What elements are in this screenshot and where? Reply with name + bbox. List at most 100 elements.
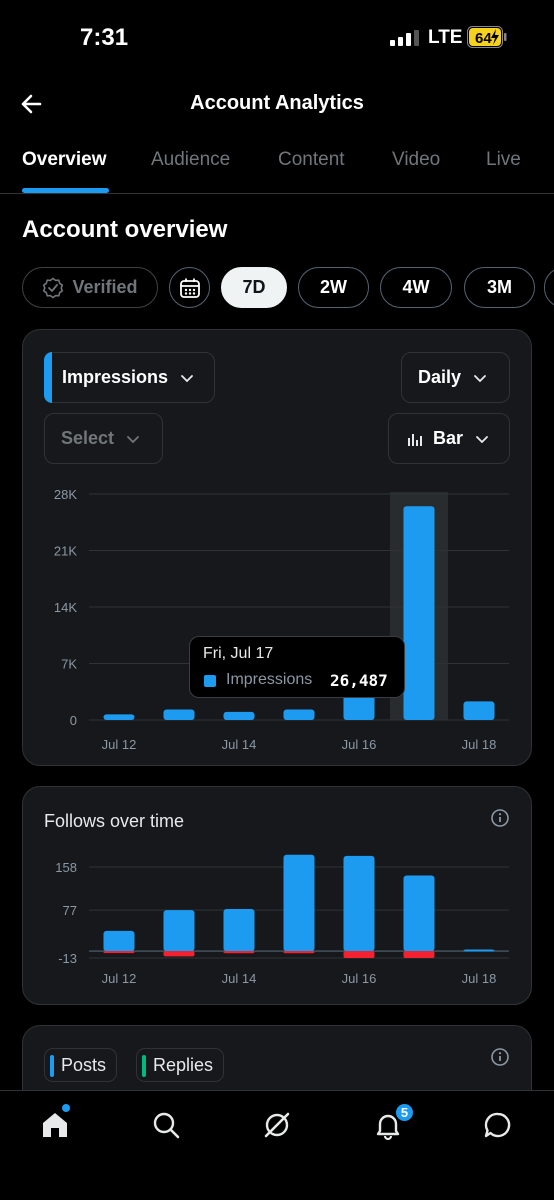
verified-filter-chip[interactable]: Verified	[22, 267, 158, 308]
date-range-filters: Verified 7D 2W 4W 3M	[22, 267, 554, 309]
bar-follows-jul-15	[283, 854, 315, 952]
bar-impressions-jul-18	[463, 701, 495, 720]
status-bar: 7:31 LTE 64	[0, 0, 554, 76]
chevron-down-icon	[127, 435, 139, 443]
range-chip-7d[interactable]: 7D	[221, 267, 287, 308]
info-icon[interactable]	[490, 808, 510, 828]
bar-impressions-jul-14	[223, 711, 255, 720]
section-title: Account overview	[22, 216, 228, 243]
range-chip-3m[interactable]: 3M	[464, 267, 535, 308]
range-chip-more[interactable]	[544, 267, 554, 308]
posts-color-indicator	[50, 1055, 54, 1077]
compare-dropdown[interactable]: Select	[44, 413, 163, 464]
y-tick-label: 28K	[54, 487, 77, 502]
tooltip-series-swatch	[204, 675, 216, 687]
bar-impressions-jul-15	[283, 709, 315, 720]
svg-text:64: 64	[475, 30, 492, 47]
follows-card: Follows over time -13 77 158 Jul 12 Jul 14 Ju…	[22, 786, 532, 1005]
bar-impressions-jul-12	[103, 714, 135, 720]
y-tick-label: 14K	[54, 600, 77, 615]
y-tick-label: 21K	[54, 544, 77, 559]
y-tick-label: 0	[70, 713, 77, 728]
chevron-down-icon	[474, 374, 486, 382]
metric-dropdown[interactable]: Impressions	[44, 352, 215, 403]
tab-bar: Overview Audience Content Video Live	[0, 136, 554, 194]
compare-label: Select	[61, 428, 115, 448]
interval-label: Daily	[418, 367, 462, 387]
legend-posts-label: Posts	[61, 1054, 107, 1075]
bar-follows-jul-13	[163, 910, 195, 952]
bar-follows-jul-16	[343, 855, 375, 952]
grok-icon[interactable]	[261, 1109, 293, 1141]
chevron-down-icon	[181, 374, 193, 382]
tab-live[interactable]: Live	[486, 149, 521, 171]
bar-unfollows-jul-14	[223, 951, 255, 954]
x-tick-label: Jul 18	[462, 971, 497, 986]
bar-follows-jul-12	[103, 930, 135, 952]
follows-bar-chart[interactable]: -13 77 158 Jul 12 Jul 14 Jul 16 Jul 18	[23, 847, 531, 997]
range-chip-4w[interactable]: 4W	[380, 267, 452, 308]
page-title: Account Analytics	[190, 92, 364, 114]
bar-impressions-jul-13	[163, 709, 195, 720]
verified-label: Verified	[72, 277, 138, 297]
signal-icon	[390, 30, 419, 46]
bar-unfollows-jul-12	[103, 951, 135, 954]
tab-video[interactable]: Video	[392, 149, 440, 171]
verified-badge-icon	[43, 277, 64, 298]
bar-follows-jul-18	[463, 949, 495, 952]
bar-unfollows-jul-16	[343, 951, 375, 958]
y-tick-label: 7K	[61, 657, 77, 672]
status-time: 7:31	[80, 24, 129, 51]
chevron-down-icon	[476, 435, 488, 443]
tab-audience[interactable]: Audience	[151, 149, 230, 171]
interval-dropdown[interactable]: Daily	[401, 352, 510, 403]
follows-card-title: Follows over time	[44, 811, 185, 831]
chart-tooltip: Fri, Jul 17 Impressions 26,487	[189, 636, 405, 698]
x-tick-label: Jul 14	[222, 737, 257, 752]
x-tick-label: Jul 14	[222, 971, 257, 986]
network-type: LTE	[428, 27, 463, 48]
tooltip-series-name: Impressions	[226, 671, 313, 688]
x-tick-label: Jul 18	[462, 737, 497, 752]
bar-follows-jul-17	[403, 875, 435, 952]
tab-overview[interactable]: Overview	[22, 149, 107, 171]
bar-unfollows-jul-13	[163, 951, 195, 957]
bar-unfollows-jul-17	[403, 951, 435, 958]
search-icon[interactable]	[150, 1109, 182, 1141]
info-icon[interactable]	[490, 1047, 510, 1067]
bar-follows-jul-14	[223, 909, 255, 952]
x-tick-label: Jul 12	[102, 971, 137, 986]
bar-impressions-jul-17	[403, 506, 435, 720]
metric-color-indicator	[44, 352, 52, 403]
impressions-card: Impressions Daily Select Bar 0 7K 14K 21K 28…	[22, 329, 532, 766]
calendar-icon	[179, 278, 200, 298]
legend-replies-label: Replies	[153, 1054, 214, 1075]
legend-posts[interactable]: Posts	[44, 1048, 118, 1082]
active-tab-indicator	[22, 188, 109, 193]
home-unread-dot	[62, 1104, 70, 1112]
tab-content[interactable]: Content	[278, 149, 345, 171]
y-tick-label: 77	[63, 903, 77, 918]
replies-color-indicator	[142, 1055, 146, 1077]
metric-label: Impressions	[62, 367, 169, 387]
chart-type-label: Bar	[433, 428, 464, 448]
chart-type-dropdown[interactable]: Bar	[388, 413, 510, 464]
battery-icon: 64	[467, 26, 507, 48]
notification-count-badge: 5	[395, 1103, 414, 1122]
tooltip-value: 26,487	[330, 671, 388, 690]
y-tick-label: -13	[58, 951, 77, 966]
messages-icon[interactable]	[482, 1109, 514, 1141]
calendar-chip[interactable]	[169, 267, 210, 308]
bar-chart-icon	[408, 433, 422, 446]
home-icon[interactable]	[39, 1109, 71, 1141]
bottom-navigation	[0, 1090, 554, 1200]
bar-unfollows-jul-15	[283, 951, 315, 954]
x-tick-label: Jul 16	[342, 971, 377, 986]
app-header: Account Analytics	[0, 76, 554, 136]
range-chip-2w[interactable]: 2W	[298, 267, 369, 308]
impressions-bar-chart[interactable]: 0 7K 14K 21K 28K Jul 12 Jul 14 Jul 16 Jul 18	[23, 480, 531, 760]
x-tick-label: Jul 16	[342, 737, 377, 752]
x-tick-label: Jul 12	[102, 737, 137, 752]
legend-replies[interactable]: Replies	[136, 1048, 225, 1082]
tooltip-date: Fri, Jul 17	[203, 645, 274, 662]
